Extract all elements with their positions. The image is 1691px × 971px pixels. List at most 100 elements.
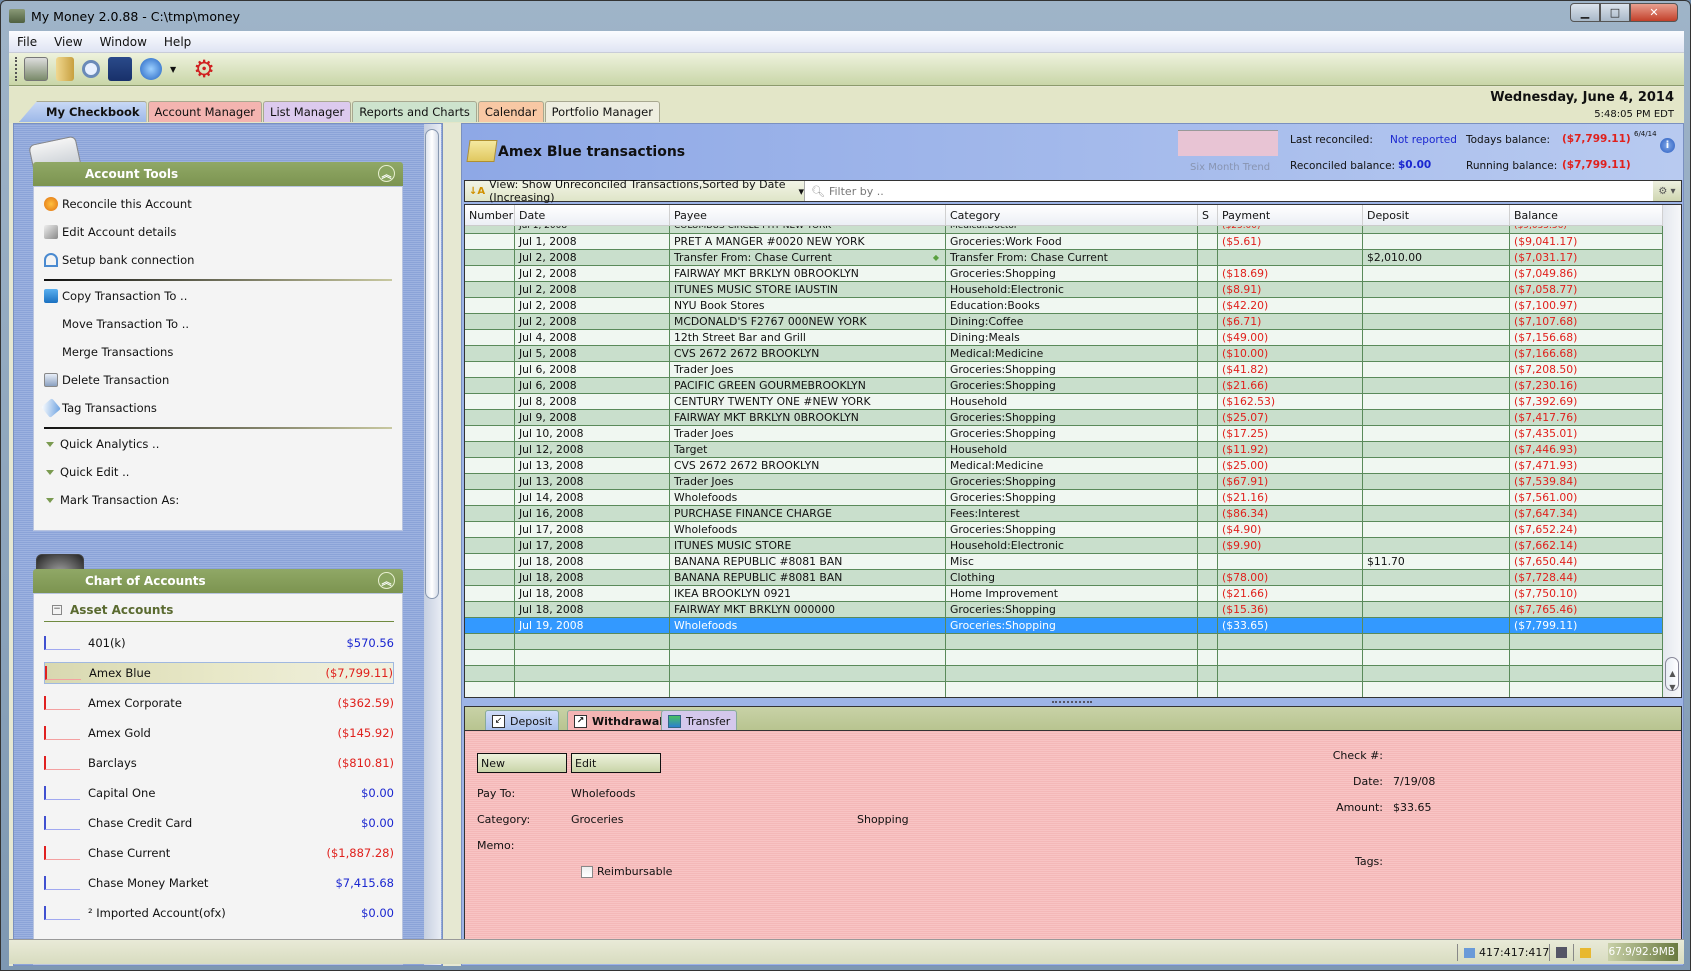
account-tools-header[interactable]: Account Tools ︽ [33,162,403,186]
settings-gear-icon[interactable]: ⚙ [192,57,216,81]
toolbar-grip[interactable] [15,57,18,81]
info-icon[interactable]: i [1660,138,1675,153]
scroll-up-icon[interactable]: ▲ [1666,669,1679,681]
amount-field[interactable]: $33.65 [1393,801,1432,814]
column-header-payee[interactable]: Payee [670,205,946,225]
quick-edit-expander[interactable]: Quick Edit .. [44,465,129,479]
table-row[interactable]: Jul 2, 2008 NYU Book Stores Education:Book… [465,298,1663,314]
account-item[interactable]: Chase Credit Card $0.00 [44,812,394,834]
tags-field[interactable] [1393,855,1593,869]
maximize-button[interactable]: □ [1600,3,1630,22]
menu-help[interactable]: Help [164,35,191,49]
quick-analytics-expander[interactable]: Quick Analytics .. [44,437,159,451]
check-number-field[interactable] [1393,749,1513,763]
column-header-date[interactable]: Date [515,205,670,225]
tab-account-manager[interactable]: Account Manager [147,101,263,122]
tab-my-checkbook[interactable]: My Checkbook [19,101,147,122]
menu-file[interactable]: File [17,35,37,49]
date-field[interactable]: 7/19/08 [1393,775,1435,788]
new-button[interactable]: New [477,753,567,773]
mark-transaction-expander[interactable]: Mark Transaction As: [44,493,179,507]
filter-input[interactable]: 🔍︎ Filter by .. [805,181,1653,201]
table-row[interactable]: Jul 8, 2008 CENTURY TWENTY ONE #NEW YORK H… [465,394,1663,410]
transfer-arrow-icon[interactable]: ◆ [933,250,939,265]
table-row[interactable]: Jul 16, 2008 PURCHASE FINANCE CHARGE Fees:… [465,506,1663,522]
table-row[interactable]: Jul 2, 2008 Transfer From: Chase Current ◆… [465,250,1663,266]
view-selector[interactable]: ↓A View: Show Unreconciled Transactions,… [465,178,805,204]
account-item[interactable]: Amex Blue ($7,799.11) [44,662,394,684]
merge-transactions-item[interactable]: Merge Transactions [44,345,173,359]
scroll-down-icon[interactable]: ▼ [1666,683,1679,695]
six-month-trend-chart[interactable] [1178,130,1278,156]
delete-transaction-item[interactable]: Delete Transaction [44,373,169,387]
pay-to-field[interactable]: Wholefoods [571,787,635,800]
table-row[interactable]: Jul 6, 2008 Trader Joes Groceries:Shopping… [465,362,1663,378]
memo-field[interactable] [571,839,1171,853]
close-button[interactable]: ✕ [1630,3,1678,22]
account-item[interactable]: Barclays ($810.81) [44,752,394,774]
search-icon[interactable] [82,60,100,78]
table-row[interactable]: Jul 19, 2008 Wholefoods Groceries:Shopping… [465,618,1663,634]
tag-transactions-item[interactable]: Tag Transactions [41,398,157,418]
table-row[interactable]: Jul 17, 2008 ITUNES MUSIC STORE Household:… [465,538,1663,554]
table-row[interactable]: Jul 2, 2008 FAIRWAY MKT BRKLYN 0BROOKLYN G… [465,266,1663,282]
tab-withdrawal[interactable]: ↗ Withdrawal [567,710,671,731]
table-row[interactable]: Jul 18, 2008 BANANA REPUBLIC #8081 BAN Clo… [465,570,1663,586]
save-icon[interactable] [1549,944,1567,961]
table-row[interactable]: Jul 17, 2008 Wholefoods Groceries:Shopping… [465,522,1663,538]
reimbursable-checkbox[interactable] [581,866,593,878]
table-row-empty[interactable] [465,650,1663,666]
account-item[interactable]: 401(k) $570.56 [44,632,394,654]
table-row-empty[interactable] [465,666,1663,682]
table-row[interactable]: Jul 1, 2008 COLUMBUS CIRCLE PHY NEW YORK M… [465,226,1663,234]
column-header-number[interactable]: Number [465,205,515,225]
copy-transaction-item[interactable]: Copy Transaction To .. [44,289,187,303]
minimize-button[interactable]: ▁ [1570,3,1600,22]
grid-settings-button[interactable]: ⚙ ▾ [1653,181,1681,201]
setup-bank-connection-item[interactable]: Setup bank connection [44,253,194,267]
column-header-balance[interactable]: Balance [1510,205,1663,225]
edit-account-item[interactable]: Edit Account details [44,225,176,239]
table-row[interactable]: Jul 14, 2008 Wholefoods Groceries:Shopping… [465,490,1663,506]
scrollbar-thumb[interactable] [425,129,439,599]
table-row[interactable]: Jul 13, 2008 Trader Joes Groceries:Shoppin… [465,474,1663,490]
column-header-payment[interactable]: Payment [1218,205,1363,225]
folder-icon[interactable] [56,57,74,81]
subcategory-field[interactable]: Shopping [857,813,909,826]
edit-button[interactable]: Edit [571,753,661,773]
collapse-icon[interactable]: ︽ [378,165,395,182]
menu-window[interactable]: Window [100,35,147,49]
menu-view[interactable]: View [54,35,82,49]
account-item[interactable]: ² Imported Account(ofx) $0.00 [44,902,394,924]
sidebar-scrollbar[interactable]: ▲ ▼ [424,124,441,965]
tab-calendar[interactable]: Calendar [477,101,544,122]
column-header-category[interactable]: Category [946,205,1198,225]
tab-transfer[interactable]: Transfer [661,710,738,731]
account-item[interactable]: Chase Current ($1,887.28) [44,842,394,864]
chart-icon[interactable] [108,57,132,81]
dropdown-arrow-icon[interactable]: ▼ [170,65,176,74]
group-collapse-icon[interactable]: − [52,604,62,615]
chart-of-accounts-header[interactable]: Chart of Accounts ︽ [33,569,403,593]
column-header-deposit[interactable]: Deposit [1363,205,1510,225]
tab-portfolio-manager[interactable]: Portfolio Manager [544,101,660,122]
table-row[interactable]: Jul 18, 2008 IKEA BROOKLYN 0921 Home Impro… [465,586,1663,602]
pane-splitter[interactable] [1052,701,1092,704]
tab-list-manager[interactable]: List Manager [263,101,352,122]
download-icon[interactable] [140,58,162,80]
table-row[interactable]: Jul 13, 2008 CVS 2672 2672 BROOKLYN Medica… [465,458,1663,474]
column-header-status[interactable]: S [1198,205,1218,225]
table-row[interactable]: Jul 10, 2008 Trader Joes Groceries:Shoppin… [465,426,1663,442]
move-transaction-item[interactable]: Move Transaction To .. [44,317,189,331]
account-item[interactable]: Chase Money Market $7,415.68 [44,872,394,894]
table-row[interactable]: Jul 12, 2008 Target Household ($11.92) ($7,4… [465,442,1663,458]
category-field[interactable]: Groceries [571,813,623,826]
account-item[interactable]: Amex Corporate ($362.59) [44,692,394,714]
table-row-empty[interactable] [465,634,1663,650]
table-row[interactable]: Jul 9, 2008 FAIRWAY MKT BRKLYN 0BROOKLYN G… [465,410,1663,426]
asset-accounts-group[interactable]: − Asset Accounts [44,598,394,622]
tab-reports-and-charts[interactable]: Reports and Charts [352,101,477,122]
table-row-empty[interactable] [465,682,1663,697]
table-row[interactable]: Jul 18, 2008 BANANA REPUBLIC #8081 BAN Mis… [465,554,1663,570]
table-row[interactable]: Jul 6, 2008 PACIFIC GREEN GOURMEBROOKLYN G… [465,378,1663,394]
